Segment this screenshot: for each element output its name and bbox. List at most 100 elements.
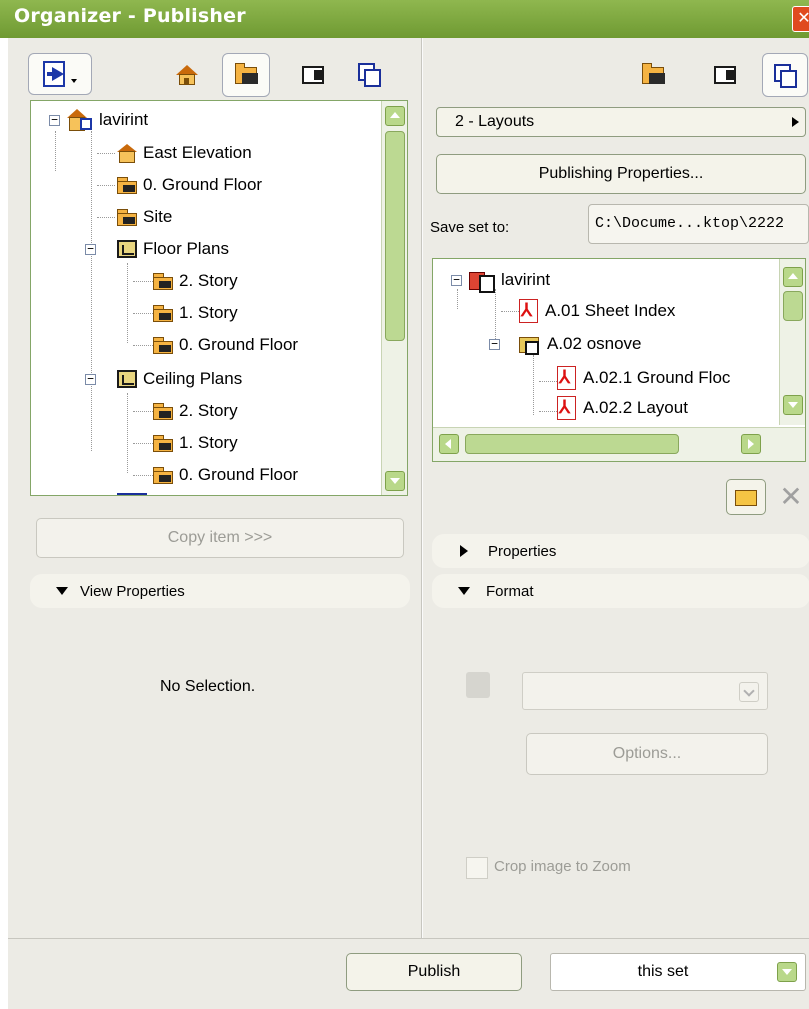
tree-item-label: 0. Ground Floor <box>179 335 299 354</box>
submenu-arrow-icon <box>792 117 799 127</box>
format-label: Format <box>486 582 534 600</box>
tree-item-label: Ceiling Plans <box>143 369 243 388</box>
save-set-path-field[interactable]: C:\Docume...ktop\2222 <box>588 204 809 244</box>
delete-icon[interactable]: ✕ <box>776 482 806 514</box>
tree-item-floor-plans[interactable]: Floor Plans <box>117 236 229 262</box>
collapse-toggle[interactable]: − <box>85 373 96 385</box>
tree-item-site[interactable]: Site <box>117 204 172 230</box>
copy-item-button[interactable]: Copy item >>> <box>36 518 404 558</box>
publisher-sets-icon <box>358 63 381 87</box>
pdf-icon <box>557 396 577 420</box>
publish-scope-dropdown[interactable]: this set <box>550 953 806 991</box>
view-folder-icon <box>117 177 137 194</box>
format-section-header[interactable]: Format <box>432 574 809 608</box>
scroll-up-button[interactable] <box>385 106 405 126</box>
format-icon <box>466 672 490 698</box>
set-item-sheet-index[interactable]: A.01 Sheet Index <box>519 298 675 324</box>
project-icon <box>67 109 93 131</box>
scroll-left-button[interactable] <box>439 434 459 454</box>
publisher-sets-button-right[interactable] <box>762 53 808 97</box>
tree-item-label: 0. Ground Floor <box>143 175 263 194</box>
view-folder-icon <box>153 305 173 322</box>
view-folder-icon <box>153 273 173 290</box>
tree-item-story-1[interactable]: 1. Story <box>153 300 238 326</box>
tree-item-label: lavirint <box>99 110 149 129</box>
collapse-toggle[interactable]: − <box>489 338 500 350</box>
tree-item-ceiling-story-2[interactable]: 2. Story <box>153 398 238 424</box>
view-folder-icon <box>117 209 137 226</box>
scroll-down-button[interactable] <box>385 471 405 491</box>
new-folder-icon <box>735 490 757 506</box>
publisher-set-selector[interactable]: 2 - Layouts <box>436 107 806 137</box>
set-item-ground-floor[interactable]: A.02.1 Ground Floc <box>557 365 730 391</box>
crop-checkbox[interactable] <box>466 857 488 879</box>
view-properties-label: View Properties <box>80 582 185 600</box>
tree-item-ceiling-plans[interactable]: Ceiling Plans <box>117 366 242 392</box>
tree-item-ceiling-story-0[interactable]: 0. Ground Floor <box>153 462 298 488</box>
options-button[interactable]: Options... <box>526 733 768 775</box>
close-button[interactable]: ✕ <box>792 6 809 32</box>
pdf-icon <box>557 366 577 390</box>
hscroll-thumb[interactable] <box>465 434 679 454</box>
view-map-tree[interactable]: − lavirint East Elevation 0. Ground Floo… <box>30 100 408 496</box>
scroll-thumb[interactable] <box>385 131 405 341</box>
publisher-set-tree[interactable]: − lavirint A.01 Sheet Index − A.02 osnov… <box>432 258 806 462</box>
tree-item-label: 1. Story <box>179 433 238 452</box>
publisher-sets-button[interactable] <box>352 56 386 92</box>
format-dropdown[interactable] <box>522 672 768 710</box>
collapse-toggle[interactable]: − <box>49 114 60 126</box>
ceiling-plan-icon <box>117 370 137 388</box>
project-map-button[interactable] <box>170 58 204 92</box>
tree-item-ceiling-story-1[interactable]: 1. Story <box>153 430 238 456</box>
scroll-down-button[interactable] <box>783 395 803 415</box>
tree-item-story-2[interactable]: 2. Story <box>153 268 238 294</box>
tree-item-lavirint[interactable]: lavirint <box>67 107 148 133</box>
publisher-set-label: 2 - Layouts <box>455 113 535 130</box>
view-map-button[interactable] <box>222 53 270 97</box>
expanded-triangle-icon <box>56 587 68 595</box>
collapse-toggle[interactable]: − <box>451 274 462 286</box>
tree-item-label: 2. Story <box>179 271 238 290</box>
view-folder-icon <box>153 435 173 452</box>
layout-book-button[interactable] <box>296 58 330 92</box>
layout-book-button-right[interactable] <box>708 58 742 92</box>
chevron-down-icon <box>777 962 797 982</box>
tree-item-east-elevation[interactable]: East Elevation <box>117 140 252 166</box>
desktop-edge <box>0 0 8 1009</box>
publisher-sets-icon <box>774 64 797 88</box>
set-item-osnove[interactable]: A.02 osnove <box>519 331 642 357</box>
tree-scrollbar[interactable] <box>381 101 407 495</box>
set-tree-hscrollbar[interactable] <box>433 427 805 461</box>
set-item-lavirint[interactable]: lavirint <box>469 267 550 293</box>
new-folder-button[interactable] <box>726 479 766 515</box>
layout-folder-icon <box>519 333 541 355</box>
panel-divider[interactable] <box>421 38 423 938</box>
tree-item-label: A.02 osnove <box>547 334 642 353</box>
publishing-properties-button[interactable]: Publishing Properties... <box>436 154 806 194</box>
publish-scope-value: this set <box>637 963 689 980</box>
export-menu-button[interactable] <box>28 53 92 95</box>
partial-item-icon <box>117 493 147 495</box>
set-item-layout[interactable]: A.02.2 Layout <box>557 395 688 421</box>
footer-divider <box>8 938 809 939</box>
view-properties-header[interactable]: View Properties <box>30 574 410 608</box>
scroll-right-button[interactable] <box>741 434 761 454</box>
set-tree-vscrollbar[interactable] <box>779 259 805 425</box>
tree-item-label: Site <box>143 207 173 226</box>
expanded-triangle-icon <box>458 587 470 595</box>
publish-button[interactable]: Publish <box>346 953 522 991</box>
scroll-thumb[interactable] <box>783 291 803 321</box>
view-map-button-right[interactable] <box>636 58 670 92</box>
window-title: Organizer - Publisher <box>14 5 246 27</box>
view-folder-icon <box>153 403 173 420</box>
pdf-icon <box>519 299 539 323</box>
tree-item-story-0[interactable]: 0. Ground Floor <box>153 332 298 358</box>
scroll-up-button[interactable] <box>783 267 803 287</box>
no-selection-text: No Selection. <box>160 678 256 695</box>
properties-label: Properties <box>488 542 557 560</box>
tree-item-ground-floor[interactable]: 0. Ground Floor <box>117 172 262 198</box>
properties-section-header[interactable]: Properties <box>432 534 809 568</box>
view-map-icon <box>235 62 258 84</box>
collapse-toggle[interactable]: − <box>85 243 96 255</box>
elevation-icon <box>117 144 137 163</box>
